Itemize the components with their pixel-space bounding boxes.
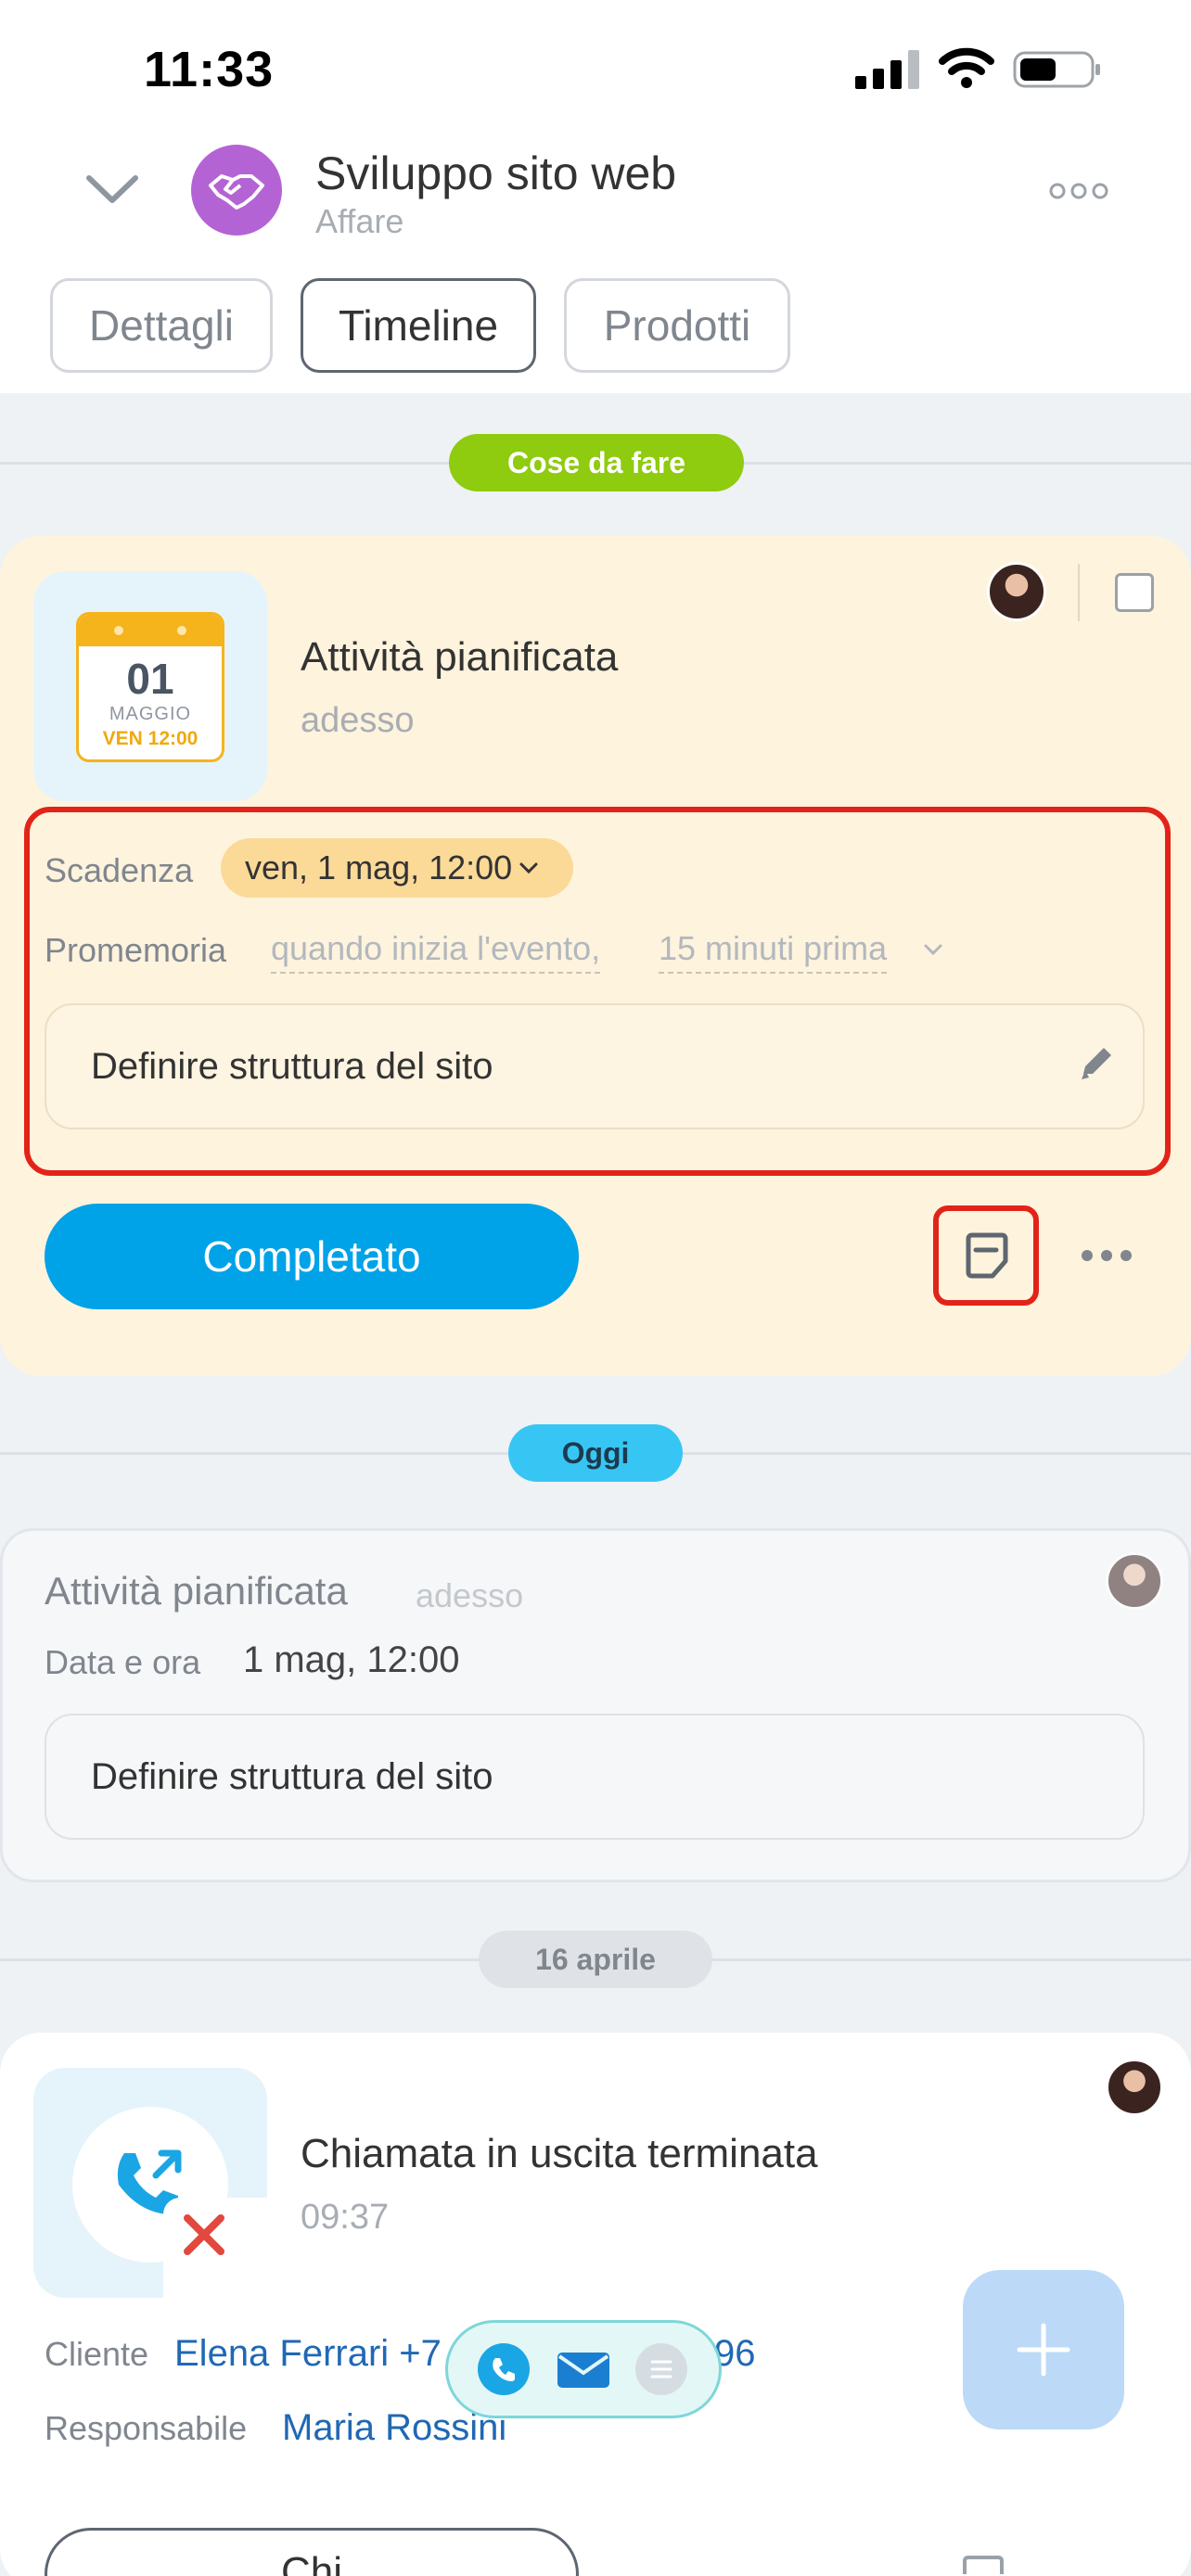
- deadline-selector[interactable]: ven, 1 mag, 12:00: [221, 838, 573, 898]
- user-avatar[interactable]: [1106, 2059, 1163, 2116]
- section-badge-date: 16 aprile: [479, 1931, 712, 1988]
- plus-icon: [1017, 2323, 1070, 2377]
- calendar-day: 01: [126, 655, 174, 703]
- call-action-button[interactable]: Chi: [45, 2528, 579, 2576]
- section-badge-todo: Cose da fare: [449, 434, 744, 491]
- deal-avatar: [191, 145, 282, 236]
- note-icon[interactable]: [961, 2556, 1005, 2576]
- user-avatar[interactable]: [1106, 1552, 1163, 1610]
- chat-icon: [650, 2360, 672, 2378]
- deadline-value: ven, 1 mag, 12:00: [245, 848, 513, 886]
- todo-title: Attività pianificata: [301, 634, 619, 680]
- deadline-label: Scadenza: [45, 851, 194, 889]
- handshake-icon: [209, 174, 264, 210]
- reminder-value-start[interactable]: quando inizia l'evento,: [271, 929, 601, 974]
- more-actions-icon[interactable]: [1080, 1248, 1133, 1263]
- datetime-label: Data e ora: [45, 1643, 201, 1681]
- client-label: Cliente: [45, 2335, 149, 2373]
- calendar-month: MAGGIO: [109, 704, 192, 724]
- client-link[interactable]: Elena Ferrari +7: [174, 2333, 442, 2375]
- call-action-label: Chi: [280, 2549, 343, 2576]
- responsible-label: Responsabile: [45, 2409, 248, 2447]
- chat-button[interactable]: [635, 2343, 687, 2395]
- collapse-chevron-icon[interactable]: [83, 171, 141, 208]
- history-time: adesso: [416, 1576, 524, 1614]
- status-time: 11:33: [144, 42, 275, 97]
- user-avatar[interactable]: [987, 562, 1046, 621]
- complete-checkbox[interactable]: [1115, 573, 1154, 612]
- call-icon-tile: [33, 2068, 267, 2298]
- deal-type-label: Affare: [315, 202, 404, 240]
- phone-icon: [493, 2358, 515, 2381]
- history-description-box: Definire struttura del sito: [45, 1714, 1145, 1840]
- note-icon: [966, 1232, 1008, 1279]
- reminder-label: Promemoria: [45, 931, 227, 969]
- divider: [1078, 564, 1080, 621]
- cellular-signal-icon: [855, 50, 919, 89]
- call-title: Chiamata in uscita terminata: [301, 2131, 818, 2176]
- call-button[interactable]: [478, 2343, 530, 2395]
- calendar-icon: 01 MAGGIO VEN 12:00: [76, 612, 224, 762]
- calendar-time: VEN 12:00: [102, 728, 198, 749]
- section-badge-today: Oggi: [508, 1424, 683, 1482]
- tab-dettagli[interactable]: Dettagli: [50, 278, 273, 373]
- description-box[interactable]: Definire struttura del sito: [45, 1003, 1145, 1129]
- call-time: 09:37: [301, 2198, 390, 2237]
- more-options-icon[interactable]: [1048, 182, 1109, 200]
- email-icon[interactable]: [556, 2351, 611, 2390]
- chevron-down-icon[interactable]: [922, 942, 944, 957]
- pencil-icon[interactable]: [1076, 1042, 1117, 1083]
- tab-timeline[interactable]: Timeline: [301, 278, 536, 373]
- wifi-icon: [939, 47, 994, 88]
- history-title: Attività pianificata: [45, 1569, 348, 1613]
- note-button[interactable]: [933, 1205, 1039, 1306]
- complete-button[interactable]: Completato: [45, 1204, 579, 1309]
- description-text: Definire struttura del sito: [91, 1046, 493, 1087]
- history-description-text: Definire struttura del sito: [91, 1756, 493, 1797]
- battery-icon: [1013, 51, 1100, 88]
- chevron-down-icon: [519, 862, 538, 874]
- datetime-value: 1 mag, 12:00: [243, 1639, 460, 1680]
- reminder-value-offset[interactable]: 15 minuti prima: [659, 929, 888, 974]
- todo-time: adesso: [301, 701, 415, 740]
- tab-prodotti[interactable]: Prodotti: [564, 278, 790, 373]
- failed-icon: [184, 2214, 224, 2255]
- add-button[interactable]: [963, 2270, 1124, 2429]
- deal-title: Sviluppo sito web: [315, 147, 677, 199]
- communication-bar: [445, 2320, 722, 2418]
